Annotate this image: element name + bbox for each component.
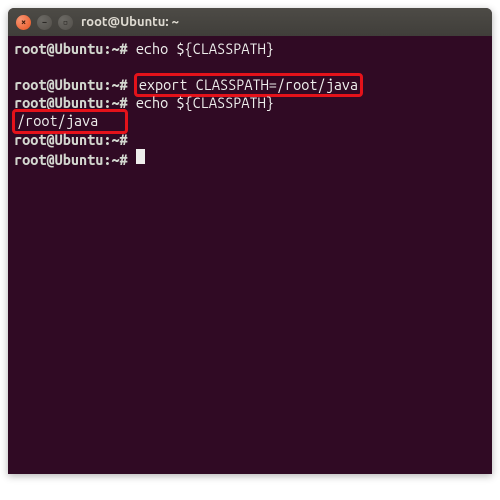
titlebar[interactable]: × − ▫ root@Ubuntu: ~ bbox=[8, 8, 492, 36]
cursor-icon bbox=[136, 149, 145, 168]
prompt: root@Ubuntu:~# bbox=[14, 76, 128, 93]
terminal-line: root@Ubuntu:~# export CLASSPATH=/root/ja… bbox=[14, 76, 486, 94]
maximize-icon: ▫ bbox=[63, 17, 68, 28]
command-text: echo ${CLASSPATH} bbox=[136, 40, 274, 57]
terminal-body[interactable]: root@Ubuntu:~# echo ${CLASSPATH} root@Ub… bbox=[8, 36, 492, 474]
prompt: root@Ubuntu:~# bbox=[14, 151, 128, 168]
terminal-window: × − ▫ root@Ubuntu: ~ root@Ubuntu:~# echo… bbox=[8, 8, 492, 474]
maximize-button[interactable]: ▫ bbox=[58, 15, 73, 30]
close-button[interactable]: × bbox=[16, 15, 31, 30]
terminal-line: root@Ubuntu:~# echo ${CLASSPATH} bbox=[14, 40, 486, 58]
minimize-icon: − bbox=[42, 17, 47, 27]
minimize-button[interactable]: − bbox=[37, 15, 52, 30]
command-text: echo ${CLASSPATH} bbox=[136, 94, 274, 111]
close-icon: × bbox=[21, 17, 26, 27]
terminal-line: root@Ubuntu:~# bbox=[14, 131, 486, 149]
command-text: export CLASSPATH=/root/java bbox=[139, 76, 358, 93]
terminal-line: root@Ubuntu:~# bbox=[14, 149, 486, 169]
terminal-line: /root/java bbox=[14, 112, 486, 130]
window-title: root@Ubuntu: ~ bbox=[81, 15, 179, 29]
prompt: root@Ubuntu:~# bbox=[14, 40, 128, 57]
prompt: root@Ubuntu:~# bbox=[14, 131, 128, 148]
output-text: /root/java bbox=[17, 112, 98, 129]
window-controls: × − ▫ bbox=[16, 15, 73, 30]
